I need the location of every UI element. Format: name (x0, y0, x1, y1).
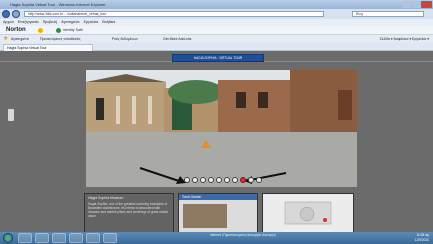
photo-panel-title: Tomb Garden (179, 194, 257, 200)
info-panel-title: Hagia Sophia Museum (88, 196, 124, 200)
menu-item-tools[interactable]: Εργαλεία (84, 20, 99, 24)
favorites-item-suggested-sites[interactable]: Προτεινόμενες τοποθεσίες (40, 37, 81, 41)
panorama-nav-buttons (184, 177, 262, 183)
side-panel-handle[interactable] (8, 109, 14, 121)
taskbar-app-button[interactable] (69, 233, 83, 243)
favorites-item-addons[interactable]: Get More Add-ons (163, 37, 191, 41)
start-button[interactable] (3, 233, 13, 243)
info-panel: Hagia Sophia Museum Hagia Sophia, one of… (84, 193, 174, 233)
favorites-item-feeds[interactable]: Ροές δεδομένων (112, 37, 138, 41)
taskbar-app-button[interactable] (86, 233, 100, 243)
address-input[interactable]: http://www.3dis.com.tr/..../sultanahmet_… (24, 11, 324, 17)
taskbar-app-button[interactable] (103, 233, 117, 243)
menu-item-view[interactable]: Προβολή (43, 20, 57, 24)
tab-hagia-sophia[interactable]: Hagia Sophia Virtual Tour (3, 44, 93, 51)
pano-nav-button[interactable] (200, 177, 206, 183)
minimize-button[interactable] (402, 1, 411, 8)
favorites-button[interactable]: Αγαπημένα (11, 37, 29, 41)
forward-button[interactable] (12, 10, 20, 18)
clock-date: 12/9/2010 (414, 237, 429, 242)
norton-toolbar: Norton Identity Safe (0, 26, 433, 35)
pano-nav-button[interactable] (208, 177, 214, 183)
window-title: Hagia Sophia Virtual Tour - Windows Inte… (10, 2, 106, 7)
pano-nav-button[interactable] (232, 177, 238, 183)
menu-bar: Αρχείο Επεξεργασία Προβολή Αγαπημένα Εργ… (0, 19, 433, 26)
clock-time: 11:08 πμ (416, 233, 429, 237)
norton-logo: Norton (6, 27, 26, 33)
tab-bar: Hagia Sophia Virtual Tour (0, 43, 433, 51)
photo-thumbnail[interactable] (183, 204, 227, 228)
menu-item-help[interactable]: Βοήθεια (102, 20, 115, 24)
tour-title-bar: HAGIA SOPHIA · VIRTUAL TOUR (172, 54, 264, 62)
window-title-bar: Hagia Sophia Virtual Tour - Windows Inte… (0, 0, 433, 9)
maximize-button[interactable] (412, 1, 421, 8)
command-bar[interactable]: Σελίδα ▾ Ασφάλεια ▾ Εργαλεία ▾ (380, 37, 429, 41)
menu-item-file[interactable]: Αρχείο (3, 20, 14, 24)
search-input[interactable]: Bing (352, 11, 424, 17)
pano-nav-button[interactable] (192, 177, 198, 183)
panorama-viewer[interactable] (86, 70, 357, 187)
address-row: http://www.3dis.com.tr/..../sultanahmet_… (0, 9, 433, 19)
pano-nav-button-active[interactable] (240, 177, 246, 183)
taskbar: Internet | Προστατευμένη λειτουργία: Ανε… (0, 232, 433, 244)
close-button[interactable] (421, 1, 432, 8)
norton-check-icon[interactable] (38, 28, 43, 33)
map-panel[interactable] (262, 193, 354, 233)
pano-nav-button[interactable] (256, 177, 262, 183)
panorama-image[interactable] (86, 70, 357, 187)
browser-status-text: Internet | Προστατευμένη λειτουργία: Ανε… (210, 233, 276, 237)
page-content: HAGIA SOPHIA · VIRTUAL TOUR Hagia Sophia… (0, 52, 433, 233)
norton-safe-icon[interactable] (56, 28, 61, 33)
back-button[interactable] (2, 10, 10, 18)
menu-item-edit[interactable]: Επεξεργασία (18, 20, 39, 24)
pano-nav-button[interactable] (248, 177, 254, 183)
norton-identity-safe-label[interactable]: Identity Safe (63, 28, 83, 32)
site-map[interactable] (263, 194, 353, 232)
star-icon[interactable]: ★ (3, 35, 8, 43)
menu-item-favorites[interactable]: Αγαπημένα (61, 20, 79, 24)
favorites-bar: ★ Αγαπημένα Προτεινόμενες τοποθεσίες Ροέ… (0, 35, 433, 43)
pano-nav-button[interactable] (216, 177, 222, 183)
taskbar-app-button[interactable] (52, 233, 66, 243)
taskbar-app-button[interactable] (35, 233, 49, 243)
pano-nav-button[interactable] (224, 177, 230, 183)
info-panel-text: Hagia Sophia, one of the greatest surviv… (88, 202, 169, 218)
tray-clock[interactable]: 11:08 πμ 12/9/2010 (415, 233, 429, 242)
photo-panel: Tomb Garden (178, 193, 258, 233)
pano-nav-button[interactable] (184, 177, 190, 183)
taskbar-app-button[interactable] (18, 233, 32, 243)
